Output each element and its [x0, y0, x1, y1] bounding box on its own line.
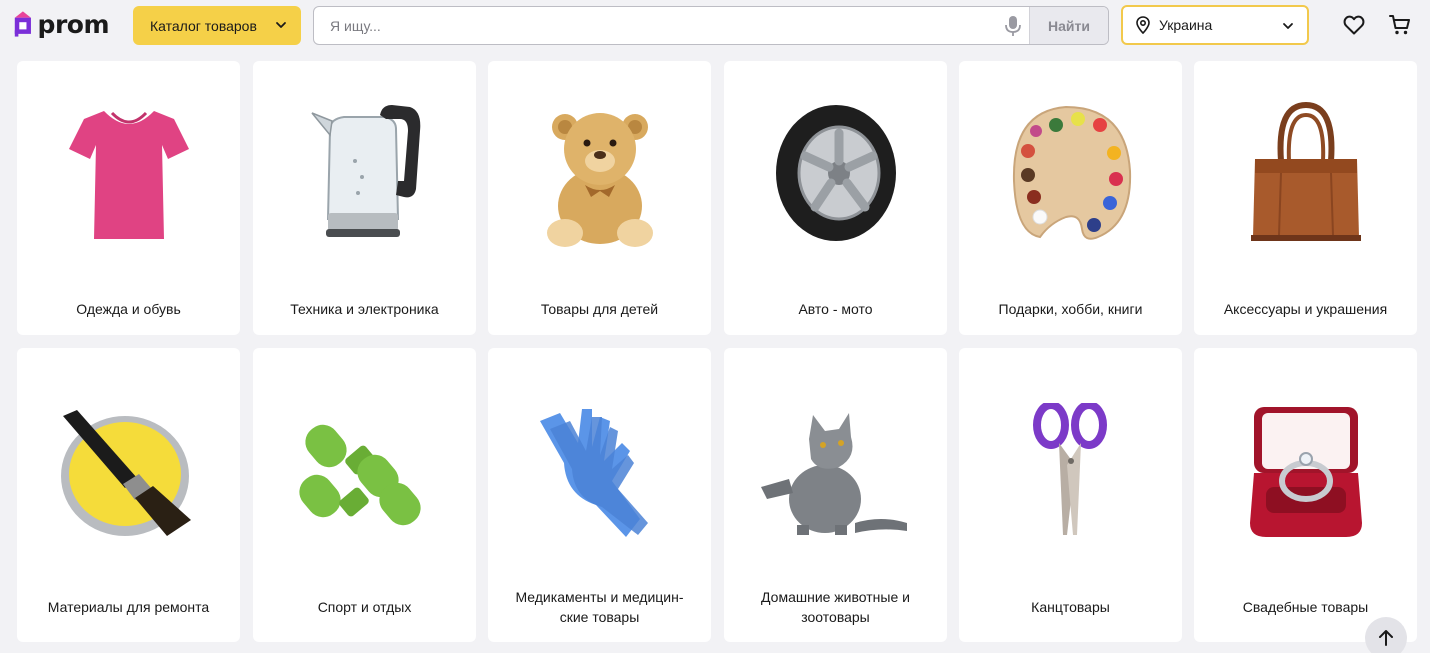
- category-card-stationery[interactable]: Канцтовары: [959, 348, 1182, 642]
- tshirt-image: [17, 61, 240, 291]
- category-label: Свадебные товары: [1242, 599, 1369, 615]
- teddy-bear-image: [488, 61, 711, 291]
- category-card-electronics[interactable]: Техника и электроника: [253, 61, 476, 335]
- category-label: Материалы для ремонта: [47, 599, 210, 615]
- ring-box-image: [1194, 358, 1417, 588]
- gloves-image: [488, 358, 711, 588]
- category-grid: Одежда и обувь Техника и электроника Тов…: [0, 0, 1430, 653]
- category-label: Авто - мото: [798, 301, 873, 317]
- tire-image: [724, 61, 947, 291]
- category-card-kids[interactable]: Товары для детей: [488, 61, 711, 335]
- category-label: Домашние животные и зоотовары: [761, 589, 910, 625]
- dumbbells-image: [253, 358, 476, 588]
- cat-image: [724, 358, 947, 588]
- category-card-repair[interactable]: Материалы для ремонта: [17, 348, 240, 642]
- category-card-pets[interactable]: Домашние животные и зоотовары: [724, 348, 947, 642]
- category-label: Техника и электроника: [290, 301, 439, 317]
- category-label: Аксессуары и украшения: [1223, 301, 1388, 317]
- category-card-accessories[interactable]: Аксессуары и украшения: [1194, 61, 1417, 335]
- category-card-auto[interactable]: Авто - мото: [724, 61, 947, 335]
- scroll-to-top-button[interactable]: [1365, 617, 1407, 653]
- category-label: Товары для детей: [540, 301, 659, 317]
- category-card-sport[interactable]: Спорт и отдых: [253, 348, 476, 642]
- category-label: Канцтовары: [1031, 599, 1110, 615]
- category-card-medical[interactable]: Медикаменты и медицин-ские товары: [488, 348, 711, 642]
- handbag-image: [1194, 61, 1417, 291]
- arrow-up-icon: [1379, 630, 1393, 646]
- category-card-clothing[interactable]: Одежда и обувь: [17, 61, 240, 335]
- category-card-wedding[interactable]: Свадебные товары: [1194, 348, 1417, 642]
- category-label: Спорт и отдых: [317, 599, 412, 615]
- category-label: Медикаменты и медицин-ские товары: [515, 589, 684, 625]
- category-card-gifts[interactable]: Подарки, хобби, книги: [959, 61, 1182, 335]
- scissors-image: [959, 358, 1182, 588]
- palette-image: [959, 61, 1182, 291]
- category-label: Подарки, хобби, книги: [998, 301, 1143, 317]
- kettle-image: [253, 61, 476, 291]
- category-label: Одежда и обувь: [76, 301, 181, 317]
- paint-can-image: [17, 358, 240, 588]
